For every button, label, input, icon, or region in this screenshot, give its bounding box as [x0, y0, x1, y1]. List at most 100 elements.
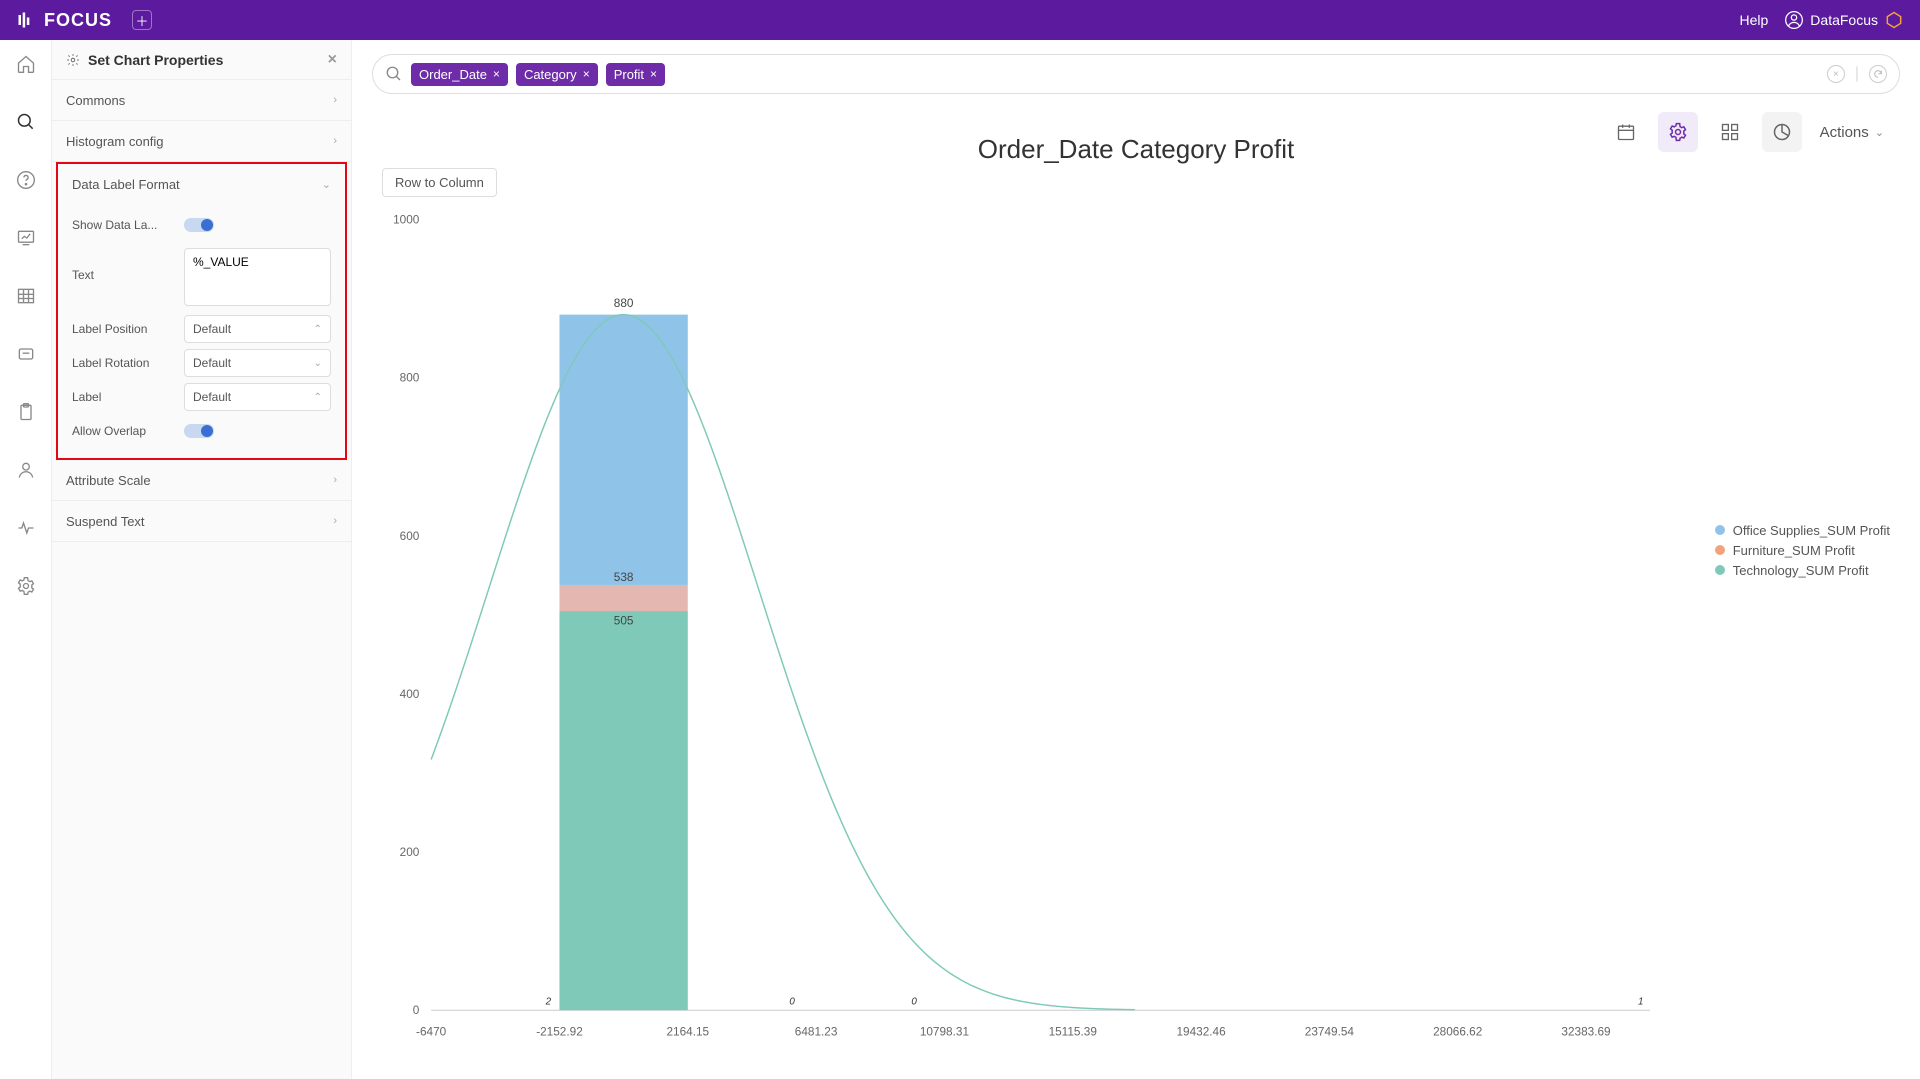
- nav-dashboard-icon[interactable]: [14, 226, 38, 250]
- help-link[interactable]: Help: [1740, 12, 1769, 28]
- svg-text:-6470: -6470: [416, 1026, 447, 1039]
- user-menu[interactable]: DataFocus: [1784, 10, 1904, 30]
- svg-text:6481.23: 6481.23: [795, 1026, 838, 1039]
- user-icon: [1784, 10, 1804, 30]
- svg-text:0: 0: [789, 996, 795, 1007]
- search-icon: [385, 65, 403, 83]
- nav-clipboard-icon[interactable]: [14, 400, 38, 424]
- svg-text:2164.15: 2164.15: [666, 1026, 709, 1039]
- query-pill[interactable]: Category×: [516, 63, 598, 86]
- label-style-label: Label: [72, 390, 176, 404]
- nav-module-icon[interactable]: [14, 342, 38, 366]
- chevron-right-icon: ›: [333, 94, 337, 106]
- panel-title: Set Chart Properties: [88, 52, 223, 68]
- nav-user-icon[interactable]: [14, 458, 38, 482]
- nav-help-icon[interactable]: [14, 168, 38, 192]
- section-data-label-header[interactable]: Data Label Format ⌄: [58, 164, 345, 204]
- allow-overlap-toggle[interactable]: [184, 424, 214, 438]
- svg-text:505: 505: [614, 615, 634, 628]
- legend-label: Technology_SUM Profit: [1733, 563, 1869, 578]
- svg-text:1: 1: [1638, 996, 1643, 1007]
- pill-remove-icon[interactable]: ×: [493, 67, 500, 81]
- nav-settings-icon[interactable]: [14, 574, 38, 598]
- topbar: FOCUS ＋ Help DataFocus: [0, 0, 1920, 40]
- label-style-select[interactable]: Default⌃: [184, 383, 331, 411]
- show-data-label-toggle[interactable]: [184, 218, 214, 232]
- pill-remove-icon[interactable]: ×: [583, 67, 590, 81]
- caret-down-icon: ⌄: [314, 358, 322, 369]
- refresh-icon: [1873, 69, 1883, 79]
- section-histogram[interactable]: Histogram config›: [52, 121, 351, 162]
- svg-text:32383.69: 32383.69: [1561, 1026, 1610, 1039]
- legend-swatch: [1715, 545, 1725, 555]
- row-to-column-button[interactable]: Row to Column: [382, 168, 497, 197]
- chart-settings-button[interactable]: [1658, 112, 1698, 152]
- main-area: Order_Date× Category× Profit× × | Action…: [352, 40, 1920, 1079]
- actions-menu[interactable]: Actions⌄: [1814, 124, 1890, 141]
- section-attribute-scale[interactable]: Attribute Scale›: [52, 460, 351, 501]
- chevron-right-icon: ›: [333, 515, 337, 527]
- svg-text:15115.39: 15115.39: [1049, 1026, 1097, 1039]
- chart-toolbar: Actions⌄: [1606, 112, 1890, 152]
- svg-text:1000: 1000: [393, 214, 420, 227]
- query-bar[interactable]: Order_Date× Category× Profit× × |: [372, 54, 1900, 94]
- nav-search-icon[interactable]: [14, 110, 38, 134]
- legend-item[interactable]: Furniture_SUM Profit: [1715, 540, 1890, 560]
- caret-up-icon: ⌃: [314, 392, 322, 403]
- nav-activity-icon[interactable]: [14, 516, 38, 540]
- calendar-button[interactable]: [1606, 112, 1646, 152]
- section-data-label-format: Data Label Format ⌄ Show Data La... Text…: [56, 162, 347, 460]
- chart-type-button[interactable]: [1762, 112, 1802, 152]
- chart-legend: Office Supplies_SUM Profit Furniture_SUM …: [1715, 520, 1890, 580]
- label-position-select[interactable]: Default⌃: [184, 315, 331, 343]
- query-pill[interactable]: Profit×: [606, 63, 665, 86]
- svg-text:2: 2: [545, 996, 552, 1007]
- label-rotation-label: Label Rotation: [72, 356, 176, 370]
- chevron-down-icon: ⌄: [1875, 126, 1884, 139]
- query-pill[interactable]: Order_Date×: [411, 63, 508, 86]
- section-commons[interactable]: Commons›: [52, 80, 351, 121]
- svg-text:-2152.92: -2152.92: [536, 1026, 583, 1039]
- svg-text:0: 0: [911, 996, 917, 1007]
- svg-text:400: 400: [400, 688, 420, 701]
- caret-up-icon: ⌃: [314, 324, 322, 335]
- refresh-query-button[interactable]: [1869, 65, 1887, 83]
- legend-label: Office Supplies_SUM Profit: [1733, 523, 1890, 538]
- chevron-right-icon: ›: [333, 135, 337, 147]
- chevron-right-icon: ›: [333, 474, 337, 486]
- chevron-down-icon: ⌄: [322, 178, 331, 191]
- app-name: FOCUS: [44, 10, 112, 31]
- svg-text:28066.62: 28066.62: [1433, 1026, 1482, 1039]
- grid-view-button[interactable]: [1710, 112, 1750, 152]
- svg-text:0: 0: [413, 1004, 420, 1017]
- legend-swatch: [1715, 565, 1725, 575]
- svg-text:800: 800: [400, 372, 420, 385]
- close-panel-button[interactable]: ×: [328, 51, 337, 69]
- label-rotation-select[interactable]: Default⌄: [184, 349, 331, 377]
- svg-text:10798.31: 10798.31: [920, 1026, 969, 1039]
- chart-canvas: 02004006008001000-6470-2152.922164.15648…: [382, 210, 1660, 1059]
- gear-icon: [66, 53, 80, 67]
- allow-overlap-label: Allow Overlap: [72, 424, 176, 438]
- user-name: DataFocus: [1810, 12, 1878, 28]
- nav-table-icon[interactable]: [14, 284, 38, 308]
- logo-icon: [16, 10, 36, 30]
- pill-remove-icon[interactable]: ×: [650, 67, 657, 81]
- data-label-text-input[interactable]: [184, 248, 331, 306]
- svg-text:200: 200: [400, 846, 420, 859]
- add-tab-button[interactable]: ＋: [132, 10, 152, 30]
- app-logo: FOCUS: [16, 10, 112, 31]
- nav-home-icon[interactable]: [14, 52, 38, 76]
- svg-text:880: 880: [614, 297, 634, 310]
- user-badge-icon: [1884, 10, 1904, 30]
- svg-text:23749.54: 23749.54: [1305, 1026, 1355, 1039]
- svg-text:538: 538: [614, 571, 634, 584]
- section-suspend-text[interactable]: Suspend Text›: [52, 501, 351, 542]
- legend-item[interactable]: Office Supplies_SUM Profit: [1715, 520, 1890, 540]
- properties-header: Set Chart Properties ×: [52, 40, 351, 80]
- svg-text:600: 600: [400, 530, 420, 543]
- clear-query-button[interactable]: ×: [1827, 65, 1845, 83]
- legend-item[interactable]: Technology_SUM Profit: [1715, 560, 1890, 580]
- legend-label: Furniture_SUM Profit: [1733, 543, 1855, 558]
- svg-text:19432.46: 19432.46: [1176, 1026, 1226, 1039]
